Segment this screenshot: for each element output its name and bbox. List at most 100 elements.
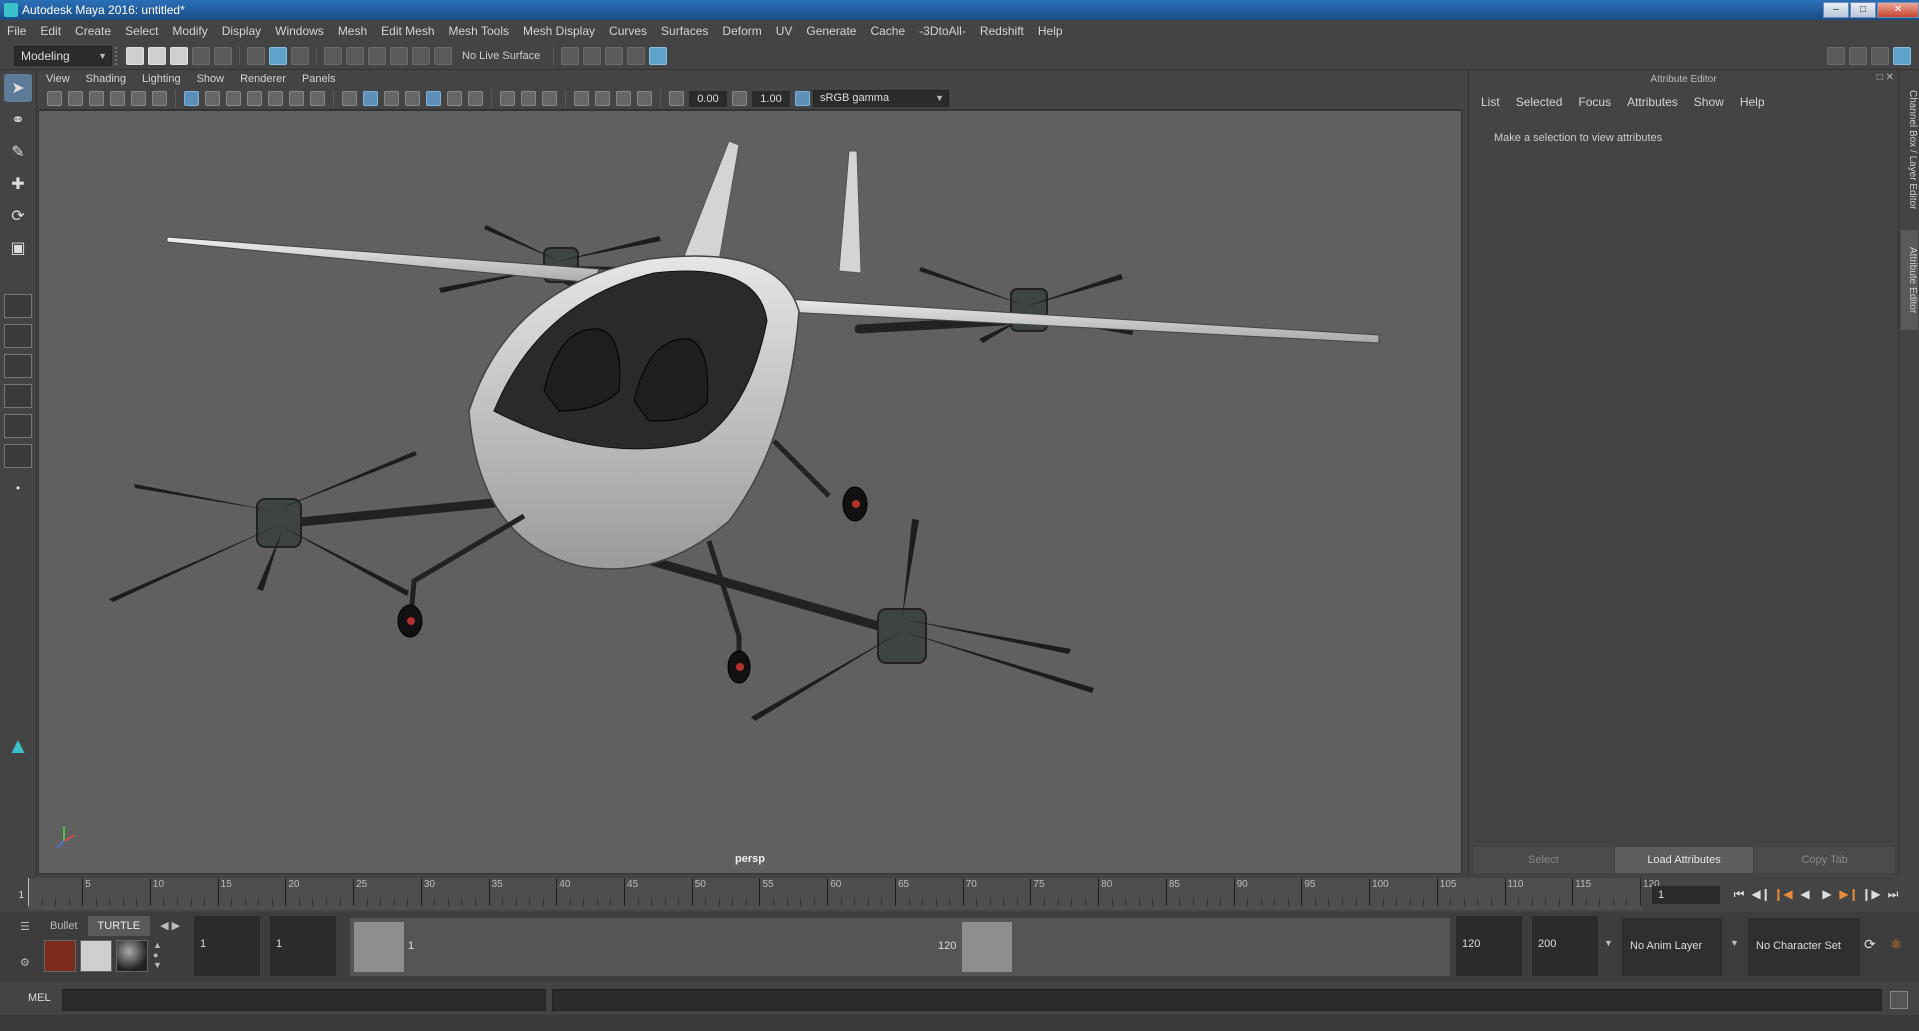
grease-pencil-icon[interactable]: [131, 91, 146, 106]
range-end-handle[interactable]: [962, 922, 1012, 972]
hypershade-icon[interactable]: [649, 46, 668, 65]
attr-menu-show[interactable]: Show: [1686, 92, 1732, 112]
play-forwards-icon[interactable]: ▶: [1816, 884, 1838, 904]
attr-menu-focus[interactable]: Focus: [1570, 92, 1619, 112]
viewport-menu-shading[interactable]: Shading: [78, 70, 134, 88]
render-view-icon[interactable]: [561, 46, 580, 65]
paint-select-tool-icon[interactable]: ✎: [4, 138, 32, 166]
select-tool-icon[interactable]: ➤: [4, 74, 32, 102]
viewport-menu-panels[interactable]: Panels: [294, 70, 344, 88]
chevron-down-icon[interactable]: ▼: [1604, 938, 1613, 948]
persp-hypershade-layout-icon[interactable]: [4, 414, 32, 438]
modeling-toolkit-icon[interactable]: [1827, 46, 1845, 65]
step-forward-frame-icon[interactable]: ▶❙: [1838, 884, 1860, 904]
tab-channel-box-layer-editor[interactable]: Channel Box / Layer Editor: [1901, 80, 1918, 220]
select-component-icon[interactable]: [291, 46, 309, 65]
play-backwards-icon[interactable]: ◀: [1794, 884, 1816, 904]
step-forward-key-icon[interactable]: ❙▶: [1860, 884, 1882, 904]
current-time-marker[interactable]: [28, 878, 29, 906]
use-all-lights-icon[interactable]: [426, 91, 441, 106]
range-slider[interactable]: 1 120: [350, 918, 1450, 976]
minimize-button[interactable]: –: [1823, 2, 1849, 18]
playback-end-field[interactable]: 120: [1456, 916, 1522, 976]
xray-components-icon[interactable]: [637, 91, 652, 106]
menu-help[interactable]: Help: [1031, 20, 1070, 42]
turtle-baking-icon[interactable]: [80, 940, 112, 972]
textured-icon[interactable]: [405, 91, 420, 106]
menu-cache[interactable]: Cache: [863, 20, 912, 42]
step-back-key-icon[interactable]: ◀❙: [1750, 884, 1772, 904]
range-start-handle[interactable]: [354, 922, 404, 972]
shelf-tab-bullet[interactable]: Bullet: [40, 916, 88, 936]
menu-windows[interactable]: Windows: [268, 20, 331, 42]
exposure-icon[interactable]: [669, 91, 684, 106]
script-editor-icon[interactable]: [1890, 991, 1908, 1009]
menu-display[interactable]: Display: [215, 20, 268, 42]
menu-uv[interactable]: UV: [769, 20, 800, 42]
bookmarks-icon[interactable]: [89, 91, 104, 106]
select-button[interactable]: Select: [1474, 847, 1613, 873]
wireframe-icon[interactable]: [342, 91, 357, 106]
viewport-menu-renderer[interactable]: Renderer: [232, 70, 294, 88]
snap-view-plane-icon[interactable]: [390, 46, 408, 65]
anim-layer-selector[interactable]: No Anim Layer: [1622, 918, 1722, 976]
menu-file[interactable]: File: [0, 20, 33, 42]
gamma-icon[interactable]: [732, 91, 747, 106]
wireframe-on-shaded-icon[interactable]: [384, 91, 399, 106]
shelf-tab-turtle[interactable]: TURTLE: [87, 916, 151, 936]
single-perspective-layout-icon[interactable]: [4, 294, 32, 318]
attr-menu-help[interactable]: Help: [1732, 92, 1773, 112]
attr-menu-list[interactable]: List: [1473, 92, 1508, 112]
close-button[interactable]: ✕: [1877, 2, 1919, 18]
chevron-down-icon[interactable]: ▼: [1730, 938, 1739, 948]
persp-graph-layout-icon[interactable]: [4, 384, 32, 408]
view-transform-selector[interactable]: sRGB gamma ▼: [813, 90, 949, 107]
select-camera-icon[interactable]: [47, 91, 62, 106]
motion-blur-icon[interactable]: [500, 91, 515, 106]
turtle-material-icon[interactable]: [116, 940, 148, 972]
shelf-scroll-arrows-icon[interactable]: ◀ ▶: [150, 916, 191, 936]
redo-icon[interactable]: [214, 46, 232, 65]
attribute-editor-toggle-icon[interactable]: [1849, 46, 1867, 65]
tab-attribute-editor[interactable]: Attribute Editor: [1901, 230, 1918, 330]
viewport-menu-show[interactable]: Show: [189, 70, 233, 88]
menu-surfaces[interactable]: Surfaces: [654, 20, 715, 42]
safe-action-icon[interactable]: [289, 91, 304, 106]
menu-select[interactable]: Select: [118, 20, 165, 42]
menu-create[interactable]: Create: [68, 20, 118, 42]
shelf-menu-icon[interactable]: ☰: [20, 920, 30, 933]
save-scene-icon[interactable]: [170, 46, 188, 65]
redshift-render-icon[interactable]: [44, 940, 76, 972]
perspective-viewport[interactable]: persp: [38, 110, 1462, 874]
menu-curves[interactable]: Curves: [602, 20, 654, 42]
shelf-settings-icon[interactable]: ⚙: [20, 956, 30, 969]
screen-space-ao-icon[interactable]: [468, 91, 483, 106]
toolbar-grip[interactable]: [115, 46, 121, 65]
menu-generate[interactable]: Generate: [799, 20, 863, 42]
render-settings-icon[interactable]: [627, 46, 646, 65]
attr-menu-attributes[interactable]: Attributes: [1619, 92, 1686, 112]
step-back-frame-icon[interactable]: ❙◀: [1772, 884, 1794, 904]
tool-settings-icon[interactable]: [1871, 46, 1889, 65]
character-set-selector[interactable]: No Character Set: [1748, 918, 1860, 976]
snap-point-icon[interactable]: [368, 46, 386, 65]
new-scene-icon[interactable]: [126, 46, 144, 65]
shadows-icon[interactable]: [447, 91, 462, 106]
animation-start-field[interactable]: 1: [194, 916, 260, 976]
isolate-select-icon[interactable]: [574, 91, 589, 106]
snap-grid-icon[interactable]: [324, 46, 342, 65]
smooth-shade-icon[interactable]: [363, 91, 378, 106]
menu-redshift[interactable]: Redshift: [973, 20, 1031, 42]
attr-menu-selected[interactable]: Selected: [1508, 92, 1571, 112]
xray-icon[interactable]: [595, 91, 610, 106]
camera-attributes-icon[interactable]: [68, 91, 83, 106]
command-input[interactable]: [62, 989, 546, 1011]
persp-outliner-layout-icon[interactable]: [4, 354, 32, 378]
depth-of-field-icon[interactable]: [542, 91, 557, 106]
snap-curve-icon[interactable]: [346, 46, 364, 65]
menu-3dtoall[interactable]: -3DtoAll-: [912, 20, 973, 42]
gate-mask-icon[interactable]: [247, 91, 262, 106]
menu-mesh-display[interactable]: Mesh Display: [516, 20, 602, 42]
select-object-icon[interactable]: [269, 46, 287, 65]
copy-tab-button[interactable]: Copy Tab: [1755, 847, 1895, 873]
